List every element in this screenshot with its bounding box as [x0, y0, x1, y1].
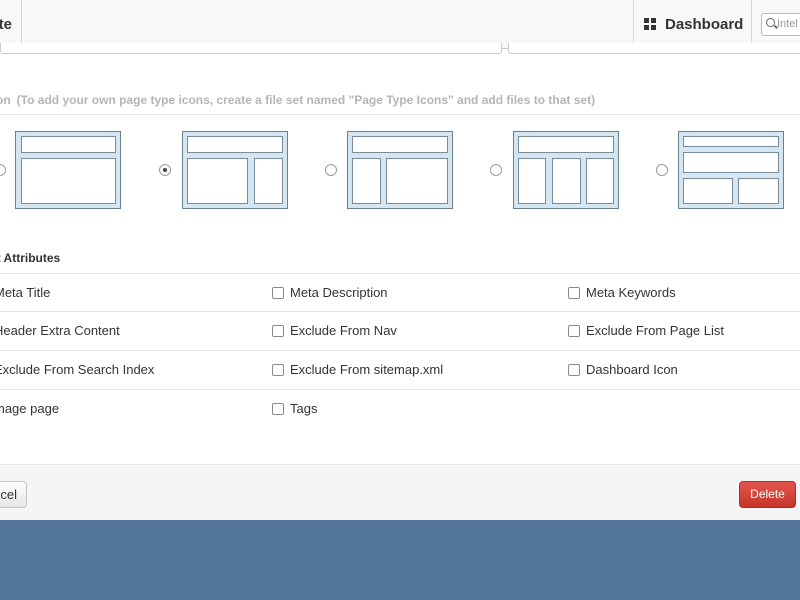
attribute-label: Exclude From Page List [586, 323, 725, 338]
main-right-sidebar-thumbnail-icon [182, 131, 288, 209]
left-sidebar-main-thumbnail-icon [347, 131, 453, 209]
search-placeholder: Intel [777, 18, 798, 30]
dashboard-label: Dashboard [665, 16, 744, 33]
full-width-thumbnail-icon [15, 131, 121, 209]
attribute-label: mage page [0, 401, 60, 416]
divider [0, 114, 800, 115]
attribute-label: Exclude From Nav [290, 323, 397, 338]
layout-radio[interactable] [159, 164, 171, 176]
layout-radio[interactable] [490, 164, 502, 176]
search-icon [766, 18, 775, 27]
checkbox[interactable] [272, 325, 284, 337]
icon-hint-text: (To add your own page type icons, create… [16, 93, 596, 107]
toolbar-item-left[interactable]: te [0, 0, 22, 48]
row-divider [0, 311, 800, 312]
attribute-label: Meta Title [0, 285, 51, 300]
cancel-button[interactable]: cel [0, 481, 27, 508]
checkbox[interactable] [568, 287, 580, 299]
page-type-dialog: Icon (To add your own page type icons, cr… [0, 43, 800, 520]
layout-option-main-right-sidebar[interactable] [158, 131, 288, 209]
handle-field[interactable] [508, 43, 800, 54]
checkbox[interactable] [272, 287, 284, 299]
attribute-label: Exclude From Search Index [0, 362, 155, 377]
name-field[interactable] [0, 43, 502, 54]
layout-radio[interactable] [656, 164, 668, 176]
attribute-label: Tags [290, 401, 318, 416]
layout-option-header-two-boxes[interactable] [655, 131, 785, 209]
three-column-thumbnail-icon [513, 131, 619, 209]
attribute-label: Header Extra Content [0, 323, 120, 338]
checkbox[interactable] [568, 325, 580, 337]
top-toolbar: te Dashboard Intel [0, 0, 800, 49]
icon-label: Icon [0, 93, 11, 107]
layout-radio[interactable] [0, 164, 6, 176]
delete-button[interactable]: Delete [739, 481, 796, 508]
dialog-footer: cel Delete [0, 464, 800, 520]
grid-icon [644, 18, 656, 30]
toolbar-item-left-label: te [0, 16, 12, 33]
layout-option-left-sidebar-main[interactable] [324, 131, 454, 209]
layout-radio[interactable] [325, 164, 337, 176]
dashboard-button[interactable]: Dashboard [633, 0, 752, 48]
checkbox[interactable] [568, 364, 580, 376]
attribute-label: Dashboard Icon [586, 362, 678, 377]
attribute-label: Meta Description [290, 285, 388, 300]
layout-option-three-column[interactable] [489, 131, 619, 209]
row-divider [0, 273, 800, 274]
attribute-label: Exclude From sitemap.xml [290, 362, 444, 377]
default-attributes-heading: ult Attributes [0, 251, 61, 265]
attribute-label: Meta Keywords [586, 285, 676, 300]
row-divider [0, 350, 800, 351]
icon-hint: Icon (To add your own page type icons, cr… [0, 93, 595, 107]
checkbox[interactable] [272, 364, 284, 376]
checkbox[interactable] [272, 403, 284, 415]
row-divider [0, 389, 800, 390]
header-two-boxes-thumbnail-icon [678, 131, 784, 209]
search-input[interactable]: Intel [761, 13, 800, 36]
layout-option-full-width[interactable] [0, 131, 122, 209]
